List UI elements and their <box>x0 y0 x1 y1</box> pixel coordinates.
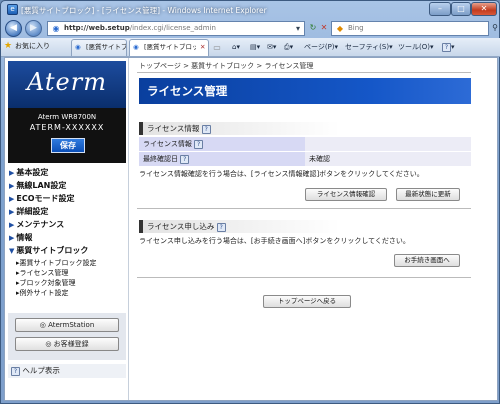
divider <box>137 72 471 73</box>
breadcrumb[interactable]: トップページ > 悪質サイトブロック > ライセンス管理 <box>139 61 313 71</box>
search-input[interactable]: ◆ Bing <box>331 21 489 36</box>
favorites-label: お気に入り <box>15 42 50 50</box>
page-icon: ◉ <box>75 43 81 51</box>
forward-arrow-icon: ▶ <box>30 23 37 33</box>
url-field[interactable]: ◉ http://web.setup/index.cgi/license_adm… <box>47 21 305 36</box>
license-apply-description: ライセンス申し込みを行う場合は、[お手続き画面へ]ボタンをクリックしてください。 <box>139 237 410 245</box>
tab-label: [悪質サイトブロック] - [ライセンス... <box>86 43 127 51</box>
refresh-status-button[interactable]: 最新状態に更新 <box>396 188 460 201</box>
minimize-button[interactable]: – <box>429 2 451 16</box>
menu-maintenance[interactable]: ▶ メンテナンス <box>9 219 64 230</box>
page-title: ライセンス管理 <box>139 78 471 104</box>
mail-icon[interactable]: ✉▾ <box>267 40 276 54</box>
star-icon: ★ <box>4 41 13 51</box>
menu-malicious-site-block[interactable]: ▼ 悪質サイトブロック <box>9 245 88 256</box>
menu-info[interactable]: ▶ 情報 <box>9 232 32 243</box>
divider <box>137 277 471 278</box>
sidebar: Aterm Aterm WR8700N ATERM-XXXXXX 保存 ▶ 基本設… <box>5 58 129 400</box>
row-label: 最終確認日 ? <box>139 152 305 166</box>
aterm-logo: Aterm <box>8 61 126 108</box>
license-check-button[interactable]: ライセンス情報確認 <box>305 188 387 201</box>
new-tab-icon[interactable]: ▭ <box>211 42 223 54</box>
save-button[interactable]: 保存 <box>51 138 85 153</box>
license-info-table: ライセンス情報 ? 最終確認日 ? 未確認 <box>139 137 471 167</box>
help-icon[interactable]: ? <box>194 139 204 149</box>
license-info-description: ライセンス情報確認を行う場合は、[ライセンス情報確認]ボタンをクリックしてくださ… <box>139 170 424 178</box>
row-value: 未確認 <box>305 152 471 166</box>
browser-window: e [悪質サイトブロック] - [ライセンス管理] - Windows Inte… <box>0 0 500 404</box>
menu-basic-settings[interactable]: ▶ 基本設定 <box>9 167 48 178</box>
submenu-license-admin[interactable]: ▸ライセンス管理 <box>16 268 68 278</box>
tab-2-active[interactable]: ◉ [悪質サイトブロック] - [ライセンス... ✕ <box>129 39 209 56</box>
customer-register-button[interactable]: ◎ お客様登録 <box>15 337 119 351</box>
help-menu-icon[interactable]: ? ▾ <box>442 40 455 54</box>
arrow-icon: ▶ <box>9 208 15 216</box>
arrow-icon: ▼ <box>9 247 15 255</box>
address-bar: ◀ ▶ ◉ http://web.setup/index.cgi/license… <box>1 19 500 38</box>
help-icon[interactable]: ? <box>216 222 226 232</box>
arrow-icon: ▶ <box>9 234 15 242</box>
maximize-button[interactable]: □ <box>451 2 471 16</box>
submenu-exception-sites[interactable]: ▸例外サイト設定 <box>16 288 69 298</box>
tab-1[interactable]: ◉ [悪質サイトブロック] - [ライセンス... <box>71 39 127 56</box>
circle-icon: ◎ <box>45 340 54 348</box>
device-id: ATERM-XXXXXX <box>29 123 105 132</box>
logo-text: Aterm <box>27 68 107 96</box>
favorites-button[interactable]: ★ お気に入り <box>4 41 50 54</box>
model-name: Aterm WR8700N <box>37 113 97 121</box>
title-bar: e [悪質サイトブロック] - [ライセンス管理] - Windows Inte… <box>1 1 500 19</box>
divider <box>137 208 471 209</box>
page-icon: ◉ <box>133 43 139 51</box>
search-icon[interactable]: ⚲ <box>489 22 500 34</box>
menu-page[interactable]: ページ(P)▾ <box>304 40 338 54</box>
submenu-block-settings[interactable]: ▸悪質サイトブロック設定 <box>16 258 97 268</box>
menu-wireless-lan[interactable]: ▶ 無線LAN設定 <box>9 180 66 191</box>
search-placeholder: Bing <box>348 24 364 32</box>
print-icon[interactable]: ⎙▾ <box>284 40 293 54</box>
close-tab-icon[interactable]: ✕ <box>200 40 205 55</box>
arrow-icon: ▶ <box>9 221 15 229</box>
forward-button[interactable]: ▶ <box>25 20 42 37</box>
window-title: [悪質サイトブロック] - [ライセンス管理] - Windows Intern… <box>21 6 267 15</box>
tab-label: [悪質サイトブロック] - [ライセンス... <box>144 43 196 51</box>
table-row: ライセンス情報 ? <box>139 137 471 151</box>
ie-icon: e <box>7 4 18 15</box>
section-heading-license-apply: ライセンス申し込み ? <box>139 220 471 233</box>
feed-icon[interactable]: ▤▾ <box>250 40 260 54</box>
menu-eco-mode[interactable]: ▶ ECOモード設定 <box>9 193 75 204</box>
dropdown-arrow-icon[interactable]: ▾ <box>292 23 304 35</box>
page-icon: ◉ <box>52 24 60 33</box>
aterm-station-button[interactable]: ◎ AtermStation <box>15 318 119 332</box>
procedure-button[interactable]: お手続き画面へ <box>394 254 460 267</box>
back-to-top-button[interactable]: トップページへ戻る <box>263 295 351 308</box>
circle-icon: ◎ <box>39 321 49 329</box>
main-panel: トップページ > 悪質サイトブロック > ライセンス管理 ライセンス管理 ライセ… <box>129 58 497 400</box>
arrow-icon: ▶ <box>9 169 15 177</box>
stop-icon[interactable]: ✕ <box>318 22 330 34</box>
row-value <box>305 137 471 151</box>
arrow-icon: ▶ <box>9 195 15 203</box>
submenu-block-target[interactable]: ▸ブロック対象管理 <box>16 278 76 288</box>
close-window-button[interactable]: ✕ <box>471 2 497 16</box>
menu-tools[interactable]: ツール(O)▾ <box>398 40 434 54</box>
back-button[interactable]: ◀ <box>5 20 22 37</box>
row-label: ライセンス情報 ? <box>139 137 305 151</box>
home-icon[interactable]: ⌂▾ <box>232 40 240 54</box>
table-row: 最終確認日 ? 未確認 <box>139 152 471 166</box>
back-arrow-icon: ◀ <box>10 23 17 33</box>
menu-safety[interactable]: セーフティ(S)▾ <box>345 40 393 54</box>
tab-bar: ★ お気に入り ◉ [悪質サイトブロック] - [ライセンス... ◉ [悪質サ… <box>1 38 500 57</box>
help-icon[interactable]: ? <box>180 154 190 164</box>
menu-advanced[interactable]: ▶ 詳細設定 <box>9 206 48 217</box>
arrow-icon: ▶ <box>9 182 15 190</box>
url-text: http://web.setup/index.cgi/license_admin <box>64 24 216 32</box>
help-icon: ? <box>11 366 20 376</box>
section-heading-license-info: ライセンス情報 ? <box>139 122 471 135</box>
bing-icon: ◆ <box>336 24 344 33</box>
help-toggle[interactable]: ? ヘルプ表示 <box>8 364 126 378</box>
sidebar-button-area: ◎ AtermStation ◎ お客様登録 <box>8 313 126 360</box>
page-content: Aterm Aterm WR8700N ATERM-XXXXXX 保存 ▶ 基本設… <box>4 57 498 401</box>
model-panel: Aterm WR8700N ATERM-XXXXXX 保存 <box>8 108 126 163</box>
help-icon[interactable]: ? <box>201 124 211 134</box>
